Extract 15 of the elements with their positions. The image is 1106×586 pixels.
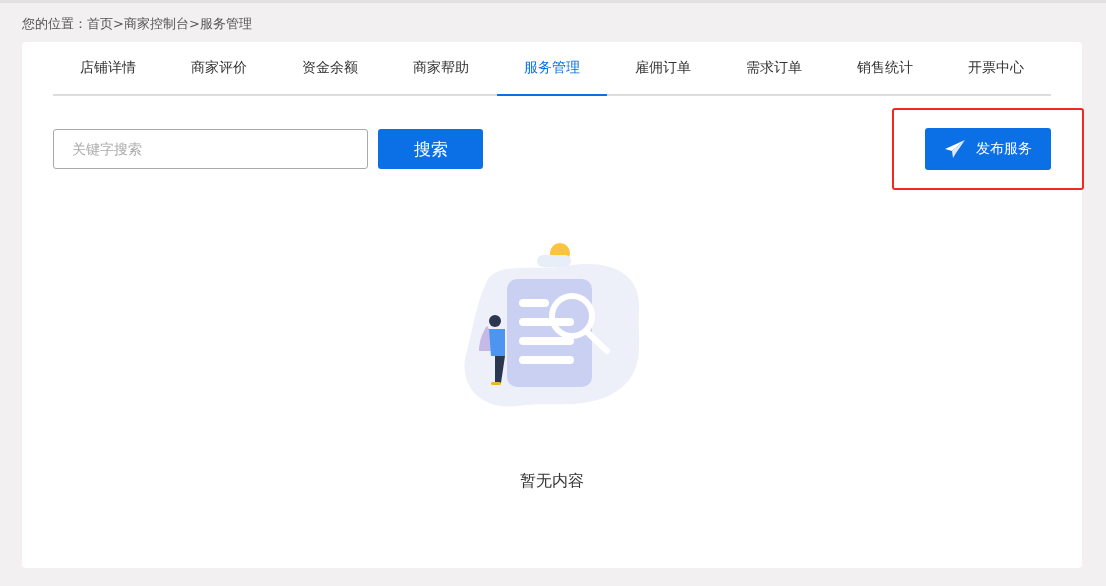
tab[interactable]: 开票中心 xyxy=(940,42,1051,96)
search-button[interactable]: 搜索 xyxy=(378,129,483,169)
tab[interactable]: 商家评价 xyxy=(163,42,275,96)
breadcrumb: 您的位置：首页>商家控制台>服务管理 xyxy=(22,15,253,33)
tab[interactable]: 服务管理 xyxy=(496,42,608,96)
paper-plane-icon xyxy=(944,139,966,159)
empty-message: 暂无内容 xyxy=(520,471,584,492)
tab[interactable]: 店铺详情 xyxy=(53,42,164,96)
tab[interactable]: 资金余额 xyxy=(274,42,386,96)
tab[interactable]: 销售统计 xyxy=(829,42,941,96)
search-field[interactable]: 关键字搜索 xyxy=(53,129,368,169)
tab[interactable]: 需求订单 xyxy=(718,42,830,96)
tab[interactable]: 商家帮助 xyxy=(385,42,497,96)
tab[interactable]: 雇佣订单 xyxy=(607,42,719,96)
publish-button[interactable]: 发布服务 xyxy=(925,128,1051,170)
